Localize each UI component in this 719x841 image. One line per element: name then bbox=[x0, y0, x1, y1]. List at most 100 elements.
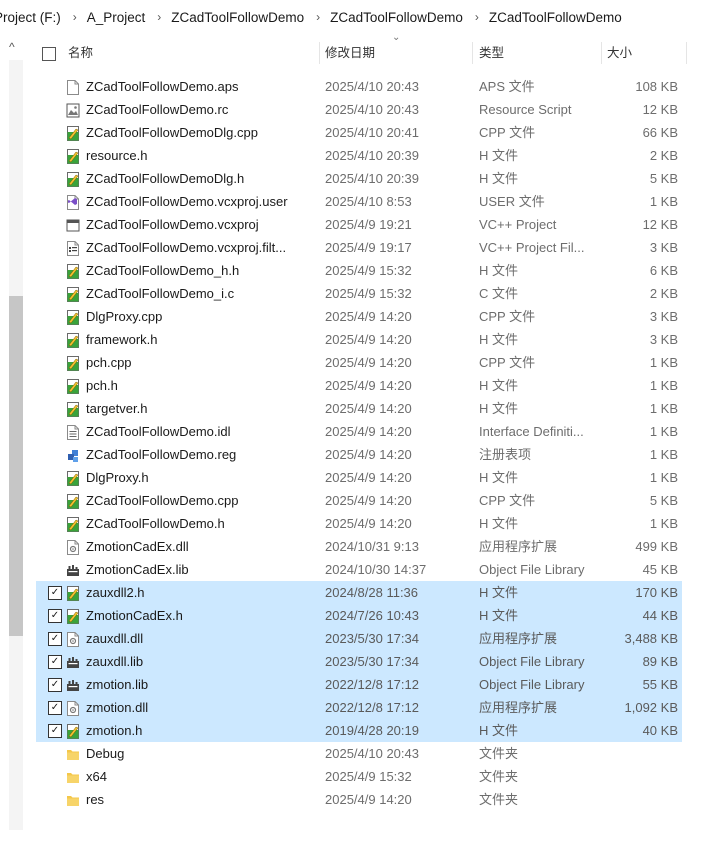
file-row[interactable]: ✓ zauxdll.lib 2023/5/30 17:34 Object File L… bbox=[36, 650, 682, 673]
breadcrumb-separator-icon[interactable]: › bbox=[316, 10, 320, 24]
file-type: 文件夹 bbox=[479, 746, 519, 761]
file-row[interactable]: ZCadToolFollowDemo.vcxproj.user 2025/4/10… bbox=[36, 190, 682, 213]
column-divider[interactable] bbox=[601, 42, 602, 64]
file-row[interactable]: ZCadToolFollowDemo.rc 2025/4/10 20:43 Reso… bbox=[36, 98, 682, 121]
file-row[interactable]: targetver.h 2025/4/9 14:20 H 文件 1 KB bbox=[36, 397, 682, 420]
file-row[interactable]: ZCadToolFollowDemo.vcxproj 2025/4/9 19:21… bbox=[36, 213, 682, 236]
file-size: 1 KB bbox=[649, 401, 678, 416]
select-all-checkbox[interactable] bbox=[42, 47, 56, 61]
file-type: H 文件 bbox=[479, 470, 519, 485]
file-name: ZmotionCadEx.h bbox=[86, 608, 183, 623]
file-row[interactable]: pch.cpp 2025/4/9 14:20 CPP 文件 1 KB bbox=[36, 351, 682, 374]
folder-icon bbox=[66, 769, 80, 784]
breadcrumb-separator-icon[interactable]: › bbox=[73, 10, 77, 24]
file-row[interactable]: ZCadToolFollowDemo.vcxproj.filt... 2025/4… bbox=[36, 236, 682, 259]
lib-file-icon bbox=[66, 654, 80, 669]
file-row[interactable]: ✓ zauxdll2.h 2024/8/28 11:36 H 文件 170 KB bbox=[36, 581, 682, 604]
file-row[interactable]: ZCadToolFollowDemo.aps 2025/4/10 20:43 APS… bbox=[36, 75, 682, 98]
file-type: H 文件 bbox=[479, 516, 519, 531]
row-checkbox[interactable]: ✓ bbox=[48, 632, 62, 646]
file-name: ZCadToolFollowDemo_i.c bbox=[86, 286, 235, 301]
file-row[interactable]: ✓ zmotion.dll 2022/12/8 17:12 应用程序扩展 1,092 K… bbox=[36, 696, 682, 719]
file-modified-date: 2024/7/26 10:43 bbox=[325, 608, 419, 623]
file-row[interactable]: DlgProxy.h 2025/4/9 14:20 H 文件 1 KB bbox=[36, 466, 682, 489]
blank-file-icon bbox=[66, 79, 80, 95]
file-row[interactable]: ZCadToolFollowDemo_i.c 2025/4/9 15:32 C 文件… bbox=[36, 282, 682, 305]
row-checkbox[interactable]: ✓ bbox=[48, 724, 62, 738]
breadcrumb-item[interactable]: ZCadToolFollowDemo bbox=[330, 10, 465, 25]
file-size: 108 KB bbox=[635, 79, 678, 94]
breadcrumb-item[interactable]: A_Project bbox=[87, 10, 148, 25]
file-row[interactable]: Debug 2025/4/10 20:43 文件夹 bbox=[36, 742, 682, 765]
file-size: 12 KB bbox=[642, 102, 678, 117]
file-name: ZmotionCadEx.lib bbox=[86, 562, 189, 577]
column-size-header[interactable]: 大小 bbox=[607, 38, 632, 68]
file-modified-date: 2025/4/9 19:17 bbox=[325, 240, 412, 255]
file-row[interactable]: ZCadToolFollowDemoDlg.cpp 2025/4/10 20:41… bbox=[36, 121, 682, 144]
file-row[interactable]: ZCadToolFollowDemo.cpp 2025/4/9 14:20 CPP … bbox=[36, 489, 682, 512]
file-row[interactable]: x64 2025/4/9 15:32 文件夹 bbox=[36, 765, 682, 788]
breadcrumb-separator-icon[interactable]: › bbox=[157, 10, 161, 24]
code-file-icon bbox=[66, 493, 80, 509]
file-size: 1 KB bbox=[649, 424, 678, 439]
column-divider[interactable] bbox=[472, 42, 473, 64]
row-checkbox[interactable]: ✓ bbox=[48, 678, 62, 692]
file-row[interactable]: ZCadToolFollowDemo.idl 2025/4/9 14:20 Inte… bbox=[36, 420, 682, 443]
file-modified-date: 2025/4/10 20:39 bbox=[325, 171, 419, 186]
breadcrumb-item[interactable]: Project (F:) bbox=[0, 10, 63, 25]
file-row[interactable]: DlgProxy.cpp 2025/4/9 14:20 CPP 文件 3 KB bbox=[36, 305, 682, 328]
file-modified-date: 2025/4/9 14:20 bbox=[325, 401, 412, 416]
file-row[interactable]: ZCadToolFollowDemo.reg 2025/4/9 14:20 注册表项… bbox=[36, 443, 682, 466]
file-modified-date: 2025/4/9 14:20 bbox=[325, 355, 412, 370]
breadcrumb-separator-icon[interactable]: › bbox=[475, 10, 479, 24]
lib-file-icon bbox=[66, 677, 80, 692]
file-row[interactable]: ZCadToolFollowDemoDlg.h 2025/4/10 20:39 H … bbox=[36, 167, 682, 190]
file-row[interactable]: ✓ zauxdll.dll 2023/5/30 17:34 应用程序扩展 3,488 K… bbox=[36, 627, 682, 650]
column-name-header[interactable]: 名称 bbox=[68, 38, 93, 68]
breadcrumb: Project (F:) › A_Project › ZCadToolFollowDem… bbox=[0, 0, 719, 34]
row-checkbox[interactable]: ✓ bbox=[48, 701, 62, 715]
file-name: resource.h bbox=[86, 148, 148, 163]
code-file-icon bbox=[66, 378, 80, 394]
file-name: pch.h bbox=[86, 378, 118, 393]
file-size: 1 KB bbox=[649, 447, 678, 462]
file-size: 12 KB bbox=[642, 217, 678, 232]
file-row[interactable]: ✓ ZmotionCadEx.h 2024/7/26 10:43 H 文件 44 KB bbox=[36, 604, 682, 627]
file-row[interactable]: resource.h 2025/4/10 20:39 H 文件 2 KB bbox=[36, 144, 682, 167]
file-modified-date: 2023/5/30 17:34 bbox=[325, 654, 419, 669]
file-size: 1 KB bbox=[649, 470, 678, 485]
file-type: H 文件 bbox=[479, 148, 519, 163]
file-row[interactable]: ✓ zmotion.lib 2022/12/8 17:12 Object File L… bbox=[36, 673, 682, 696]
column-header: 名称 ⌄ 修改日期 类型 大小 bbox=[36, 32, 718, 68]
file-row[interactable]: framework.h 2025/4/9 14:20 H 文件 3 KB bbox=[36, 328, 682, 351]
file-row[interactable]: ZCadToolFollowDemo.h 2025/4/9 14:20 H 文件 1 … bbox=[36, 512, 682, 535]
file-row[interactable]: ZmotionCadEx.dll 2024/10/31 9:13 应用程序扩展 499… bbox=[36, 535, 682, 558]
file-row[interactable]: ✓ zmotion.h 2019/4/28 20:19 H 文件 40 KB bbox=[36, 719, 682, 742]
column-divider[interactable] bbox=[686, 42, 687, 64]
file-type: Interface Definiti... bbox=[479, 424, 584, 439]
file-row[interactable]: ZCadToolFollowDemo_h.h 2025/4/9 15:32 H 文件… bbox=[36, 259, 682, 282]
file-row[interactable]: ZmotionCadEx.lib 2024/10/30 14:37 Object F… bbox=[36, 558, 682, 581]
file-row[interactable]: pch.h 2025/4/9 14:20 H 文件 1 KB bbox=[36, 374, 682, 397]
registry-icon bbox=[66, 447, 80, 462]
file-name: Debug bbox=[86, 746, 125, 761]
scrollbar-thumb[interactable] bbox=[9, 296, 23, 636]
code-file-icon bbox=[66, 470, 80, 486]
file-row[interactable]: res 2025/4/9 14:20 文件夹 bbox=[36, 788, 682, 811]
row-checkbox[interactable]: ✓ bbox=[48, 655, 62, 669]
row-checkbox[interactable]: ✓ bbox=[48, 609, 62, 623]
file-type: Object File Library bbox=[479, 562, 585, 577]
file-type: Object File Library bbox=[479, 677, 585, 692]
file-name: ZCadToolFollowDemo.reg bbox=[86, 447, 237, 462]
column-divider[interactable] bbox=[319, 42, 320, 64]
column-type-header[interactable]: 类型 bbox=[479, 38, 504, 68]
scroll-up-arrow-icon[interactable]: ^ bbox=[9, 40, 15, 54]
file-size: 2 KB bbox=[649, 286, 678, 301]
breadcrumb-item[interactable]: ZCadToolFollowDemo bbox=[489, 10, 624, 25]
breadcrumb-item[interactable]: ZCadToolFollowDemo bbox=[171, 10, 306, 25]
column-modified-header[interactable]: 修改日期 bbox=[325, 38, 375, 68]
row-checkbox[interactable]: ✓ bbox=[48, 586, 62, 600]
file-size: 2 KB bbox=[649, 148, 678, 163]
file-type: 文件夹 bbox=[479, 792, 519, 807]
file-modified-date: 2023/5/30 17:34 bbox=[325, 631, 419, 646]
